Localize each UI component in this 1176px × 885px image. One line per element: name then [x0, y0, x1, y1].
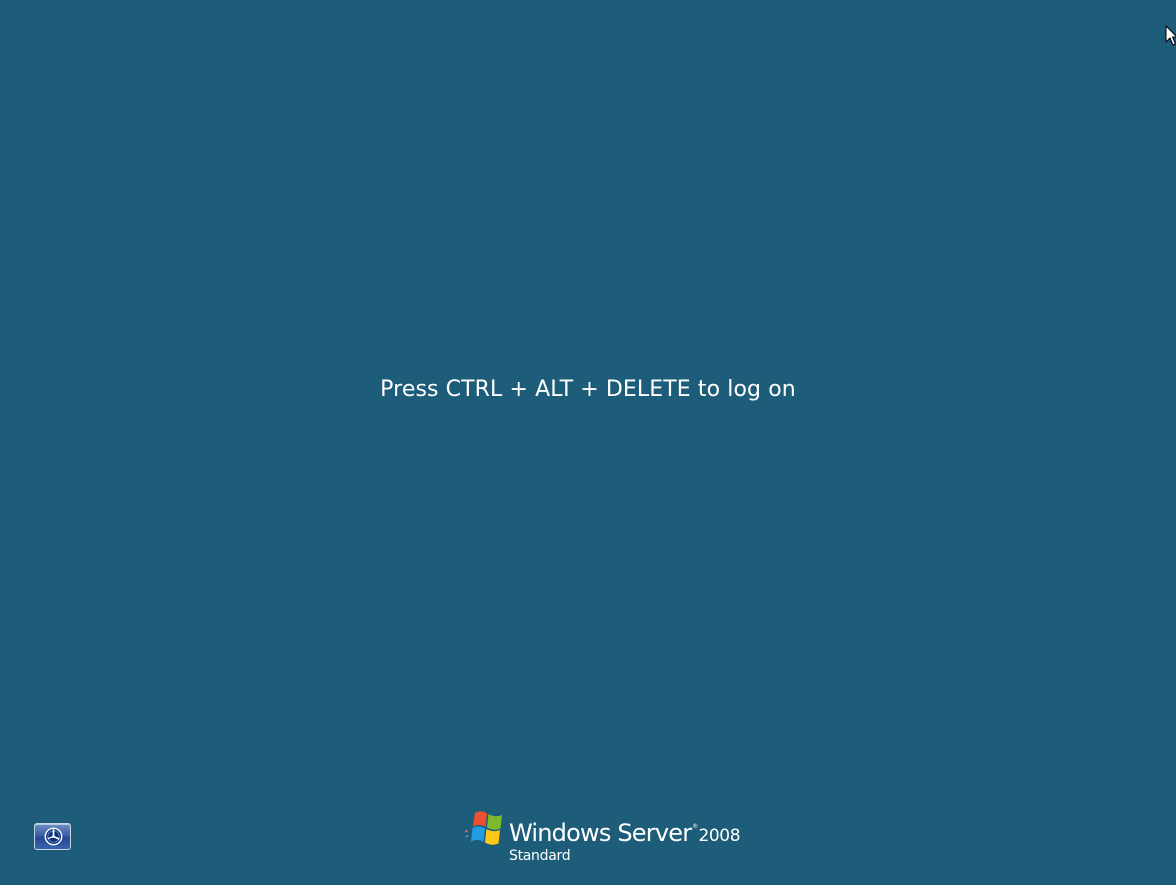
windows-flag-icon [465, 811, 502, 845]
trademark: ® [692, 823, 698, 830]
product-version: 2008 [698, 826, 741, 846]
product-name: Windows Server®2008 [509, 818, 741, 848]
product-name-text: Windows Server [509, 819, 692, 847]
ease-of-access-button[interactable] [34, 823, 71, 850]
logon-prompt: Press CTRL + ALT + DELETE to log on [380, 377, 796, 402]
mouse-pointer-icon [1165, 25, 1176, 46]
ease-of-access-icon [44, 827, 63, 846]
windows-server-logo: Windows Server®2008 Standard [465, 811, 741, 867]
product-edition: Standard [509, 848, 571, 864]
